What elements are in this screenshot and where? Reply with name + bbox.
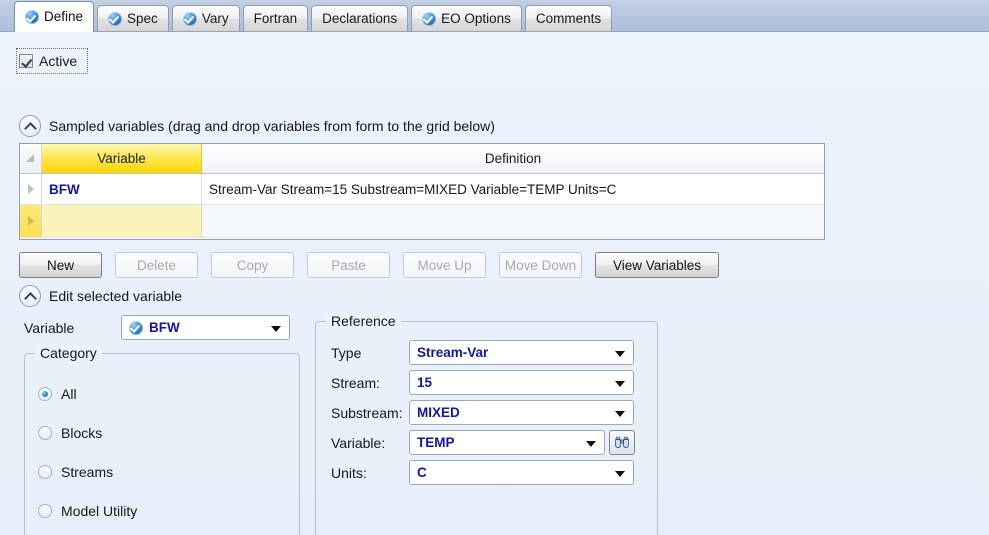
table-row[interactable]: BFW Stream-Var Stream=15 Substream=MIXED…: [20, 174, 824, 205]
type-label: Type: [331, 345, 362, 361]
sampled-variables-grid[interactable]: Variable Definition BFW Stream-Var Strea…: [19, 143, 825, 240]
variable-ref-select[interactable]: TEMP: [409, 430, 605, 455]
radio-icon: [38, 387, 52, 401]
chevron-down-icon: [615, 410, 625, 417]
radio-streams[interactable]: Streams: [38, 464, 113, 480]
variable-select-value: BFW: [149, 320, 180, 335]
radio-icon: [38, 504, 52, 518]
substream-select-value: MIXED: [417, 405, 460, 420]
cell-variable[interactable]: [42, 205, 202, 237]
cell-definition[interactable]: Stream-Var Stream=15 Substream=MIXED Var…: [202, 174, 824, 204]
paste-button[interactable]: Paste: [307, 252, 390, 278]
stream-select[interactable]: 15: [409, 370, 634, 395]
binoculars-icon: [615, 436, 629, 448]
check-circle-icon: [129, 320, 143, 335]
radio-label: All: [61, 386, 77, 402]
radio-icon: [38, 426, 52, 440]
check-circle-icon: [422, 11, 437, 26]
substream-label: Substream:: [331, 405, 403, 421]
tab-strip: Define Spec Vary Fortran Declarations EO…: [0, 0, 989, 32]
row-indicator: [20, 205, 42, 237]
radio-label: Blocks: [61, 425, 103, 441]
radio-label: Streams: [61, 464, 114, 480]
grid-header-row: Variable Definition: [20, 144, 824, 174]
tab-label: Declarations: [322, 10, 398, 26]
check-circle-icon: [108, 11, 123, 26]
table-row[interactable]: [20, 205, 824, 238]
units-select[interactable]: C: [409, 460, 634, 485]
find-variable-button[interactable]: [609, 430, 635, 455]
chevron-up-circle-icon[interactable]: [19, 285, 41, 307]
tab-comments[interactable]: Comments: [524, 5, 613, 31]
category-group-title: Category: [35, 345, 102, 361]
stream-select-value: 15: [417, 375, 433, 390]
cell-variable[interactable]: BFW: [42, 174, 202, 204]
tab-spec[interactable]: Spec: [97, 5, 169, 31]
tab-eo-options[interactable]: EO Options: [411, 5, 522, 31]
tab-label: Spec: [127, 10, 158, 26]
type-select-value: Stream-Var: [417, 345, 489, 360]
view-variables-button[interactable]: View Variables: [595, 252, 719, 278]
chevron-down-icon: [615, 380, 625, 387]
new-button[interactable]: New: [19, 252, 102, 278]
copy-button[interactable]: Copy: [211, 252, 294, 278]
tab-label: Comments: [535, 10, 602, 26]
check-circle-icon: [182, 11, 197, 26]
row-indicator: [20, 174, 42, 204]
cell-definition[interactable]: [202, 205, 824, 237]
move-down-button[interactable]: Move Down: [499, 252, 582, 278]
column-header-variable[interactable]: Variable: [42, 144, 202, 173]
variable-ref-label: Variable:: [331, 435, 386, 451]
check-circle-icon: [25, 10, 39, 24]
radio-label: Model Utility: [61, 503, 138, 519]
variable-select[interactable]: BFW: [121, 315, 290, 340]
variable-label: Variable: [24, 320, 75, 336]
chevron-down-icon: [615, 350, 625, 357]
edit-selected-variable-header: Edit selected variable: [19, 285, 182, 307]
tab-define[interactable]: Define: [14, 1, 95, 32]
radio-all[interactable]: All: [38, 386, 77, 402]
delete-button[interactable]: Delete: [115, 252, 198, 278]
reference-group: Reference Type Stream-Var Stream: 15 Sub…: [315, 313, 658, 535]
radio-blocks[interactable]: Blocks: [38, 425, 102, 441]
grid-toolbar: New Delete Copy Paste Move Up Move Down …: [19, 252, 719, 278]
variable-ref-select-value: TEMP: [417, 435, 455, 450]
tab-vary[interactable]: Vary: [171, 5, 240, 31]
chevron-up-circle-icon[interactable]: [19, 115, 41, 137]
active-checkbox[interactable]: Active: [16, 48, 89, 74]
units-select-value: C: [417, 465, 427, 480]
checkbox-check-icon: [19, 54, 33, 68]
sampled-variables-title: Sampled variables (drag and drop variabl…: [49, 118, 495, 134]
tab-label: EO Options: [441, 10, 511, 26]
type-select[interactable]: Stream-Var: [409, 340, 634, 365]
active-checkbox-label: Active: [39, 53, 78, 69]
column-header-definition[interactable]: Definition: [202, 144, 824, 173]
move-up-button[interactable]: Move Up: [403, 252, 486, 278]
tab-fortran[interactable]: Fortran: [242, 5, 309, 31]
grid-corner-cell: [20, 144, 42, 173]
category-group: Category All Blocks Streams Model Utilit…: [24, 345, 300, 535]
reference-group-title: Reference: [326, 313, 401, 329]
substream-select[interactable]: MIXED: [409, 400, 634, 425]
define-panel: Active Sampled variables (drag and drop …: [0, 32, 989, 535]
tab-label: Define: [44, 9, 84, 25]
sampled-variables-header: Sampled variables (drag and drop variabl…: [19, 115, 495, 137]
chevron-down-icon: [615, 470, 625, 477]
stream-label: Stream:: [331, 375, 381, 391]
radio-model-utility[interactable]: Model Utility: [38, 503, 137, 519]
units-label: Units:: [331, 465, 367, 481]
edit-selected-variable-title: Edit selected variable: [49, 288, 183, 304]
tab-label: Vary: [201, 10, 229, 26]
chevron-down-icon: [586, 440, 596, 447]
chevron-down-icon: [271, 325, 281, 332]
tab-declarations[interactable]: Declarations: [311, 5, 409, 31]
radio-icon: [38, 465, 52, 479]
tab-label: Fortran: [253, 10, 298, 26]
